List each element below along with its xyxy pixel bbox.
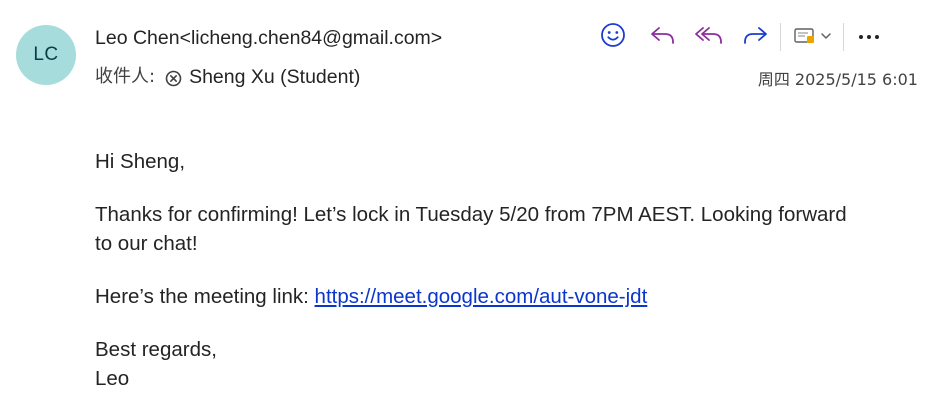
signature: Leo: [95, 367, 130, 390]
greeting: Hi Sheng,: [95, 150, 186, 173]
closing: Best regards,: [95, 338, 217, 361]
reply-button[interactable]: [646, 20, 680, 54]
emoji-icon: [600, 22, 626, 53]
forward-icon: [741, 23, 769, 52]
more-icon: [857, 28, 881, 46]
reply-icon: [649, 23, 677, 52]
recipients-line: 收件人: Sheng Xu (Student): [95, 65, 360, 89]
more-options-button[interactable]: [852, 20, 886, 54]
sender-name[interactable]: Leo Chen<licheng.chen84@gmail.com>: [95, 26, 442, 50]
message-body: Hi Sheng, Thanks for confirming! Let’s l…: [95, 147, 855, 393]
toolbar-divider: [780, 23, 781, 51]
apps-icon: [793, 25, 817, 50]
chevron-down-icon: [820, 28, 832, 46]
reply-all-button[interactable]: [692, 20, 726, 54]
meeting-link[interactable]: https://meet.google.com/aut-vone-jdt: [315, 285, 648, 308]
to-label: 收件人:: [95, 66, 156, 87]
avatar-initials: LC: [33, 44, 59, 65]
remove-recipient-icon[interactable]: [165, 69, 182, 86]
toolbar-divider: [843, 23, 844, 51]
forward-button[interactable]: [738, 20, 772, 54]
message-toolbar: [596, 20, 886, 54]
emoji-button[interactable]: [596, 20, 630, 54]
apps-dropdown-button[interactable]: [789, 20, 835, 54]
body-paragraph: Thanks for confirming! Let’s lock in Tue…: [95, 203, 847, 255]
reply-all-icon: [694, 23, 724, 52]
recipient-name[interactable]: Sheng Xu (Student): [189, 65, 360, 89]
sign-off: Best regards, Leo: [95, 335, 855, 393]
link-paragraph: Here’s the meeting link: https://meet.go…: [95, 282, 855, 311]
message-date: 周四 2025/5/15 6:01: [757, 70, 918, 89]
sender-avatar[interactable]: LC: [16, 25, 76, 85]
link-prefix: Here’s the meeting link:: [95, 285, 315, 308]
